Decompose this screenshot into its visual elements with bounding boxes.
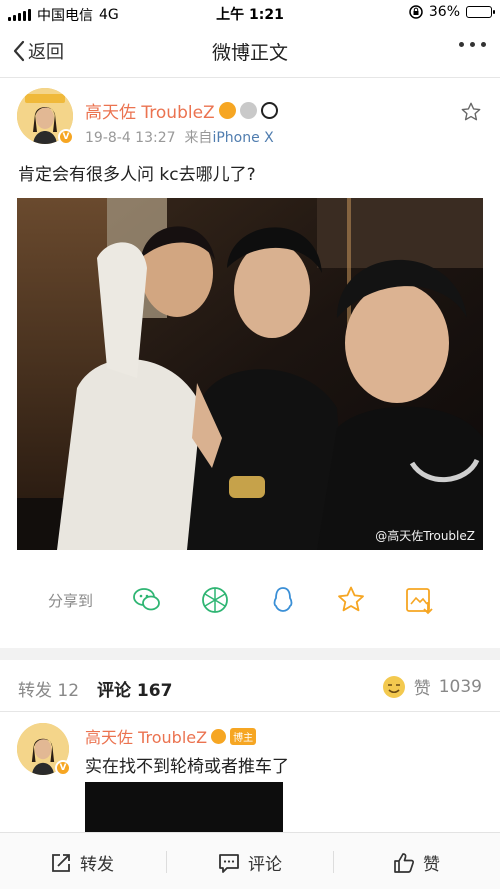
- author-tag: 博主: [230, 727, 257, 745]
- fan-medal-icon: [211, 728, 227, 744]
- verified-badge: V: [55, 760, 71, 776]
- repost-button[interactable]: 转发: [50, 850, 114, 875]
- repost-icon: [52, 853, 70, 872]
- favorite-star-icon[interactable]: [335, 584, 367, 616]
- more-dot: [470, 42, 475, 47]
- source-prefix: 来自: [184, 130, 213, 146]
- like-button[interactable]: 赞: [393, 850, 440, 875]
- more-dot: [459, 42, 464, 47]
- image-watermark: @高天佐TroubleZ: [375, 529, 475, 543]
- tab-reposts[interactable]: 转发 12: [18, 676, 79, 701]
- nav-bar: 返回 微博正文: [0, 26, 500, 78]
- post-text: 肯定会有很多人问 kc去哪儿了?: [18, 165, 256, 185]
- repost-label: 转发: [80, 855, 114, 875]
- tab-comments-count: 167: [136, 681, 173, 701]
- post-meta: 19-8-4 13:27 来自iPhone X: [85, 127, 274, 147]
- verified-badge: V: [58, 129, 74, 145]
- post-image[interactable]: @高天佐TroubleZ: [17, 198, 483, 550]
- comment-text: 实在找不到轮椅或者推车了: [85, 757, 289, 777]
- comment-button[interactable]: 评论: [218, 850, 282, 875]
- save-image-icon[interactable]: [403, 584, 435, 616]
- tab-reposts-label: 转发: [18, 681, 52, 701]
- page-title: 微博正文: [211, 42, 288, 64]
- share-label: 分享到: [48, 592, 94, 610]
- tab-reposts-count: 12: [57, 681, 80, 701]
- tab-comments-label: 评论: [97, 681, 131, 701]
- battery-percent: 36%: [428, 4, 460, 20]
- moments-icon[interactable]: [199, 584, 231, 616]
- thumbs-up-icon: [394, 852, 415, 873]
- tab-likes[interactable]: 赞 1039: [382, 674, 482, 699]
- divider: [166, 851, 167, 873]
- share-row: 分享到: [0, 576, 500, 624]
- qq-icon[interactable]: [267, 584, 299, 616]
- divider: [333, 851, 334, 873]
- post-source[interactable]: iPhone X: [212, 130, 273, 146]
- status-bar: 中国电信 4G 上午 1:21 36%: [0, 0, 500, 26]
- tab-likes-count: 1039: [438, 676, 482, 697]
- bottom-action-bar: 转发 评论 赞: [0, 832, 500, 889]
- photo-illustration: [17, 198, 483, 550]
- more-dot: [481, 42, 486, 47]
- crown-badge-icon: [239, 102, 257, 119]
- interaction-tabs: 转发 12 评论 167 赞 1039: [0, 660, 500, 712]
- author-name-text: 高天佐 TroubleZ: [85, 103, 215, 123]
- author-name[interactable]: 高天佐 TroubleZ: [85, 98, 278, 123]
- post-timestamp: 19-8-4 13:27: [85, 130, 176, 146]
- comment-icon: [219, 853, 239, 873]
- more-button[interactable]: [459, 42, 486, 47]
- fan-medal-icon: [218, 102, 236, 119]
- like-label: 赞: [423, 855, 440, 875]
- rotation-lock-icon: [409, 5, 423, 19]
- comment-author-name: 高天佐 TroubleZ: [85, 728, 208, 747]
- wechat-icon[interactable]: [131, 584, 163, 616]
- tab-comments[interactable]: 评论 167: [97, 676, 172, 701]
- status-right: 36%: [409, 4, 495, 20]
- battery-icon: [466, 6, 495, 18]
- like-emoji-icon: [382, 675, 405, 698]
- section-divider: [0, 648, 500, 660]
- comment-author[interactable]: 高天佐 TroubleZ 博主: [85, 724, 257, 748]
- tab-likes-label: 赞: [413, 679, 431, 699]
- panda-icon: [260, 102, 278, 119]
- comment-label: 评论: [248, 855, 282, 875]
- favorite-star-icon[interactable]: [460, 101, 482, 123]
